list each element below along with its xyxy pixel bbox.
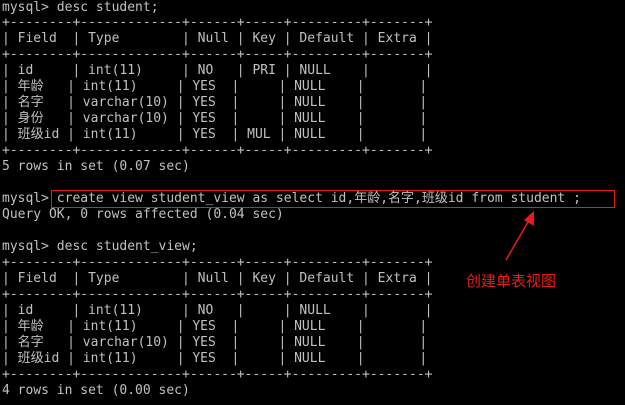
annotation-arrow-icon (505, 211, 534, 261)
terminal-window[interactable]: mysql> desc student; +--------+---------… (0, 0, 625, 405)
annotation-label: 创建单表视图 (466, 272, 557, 290)
